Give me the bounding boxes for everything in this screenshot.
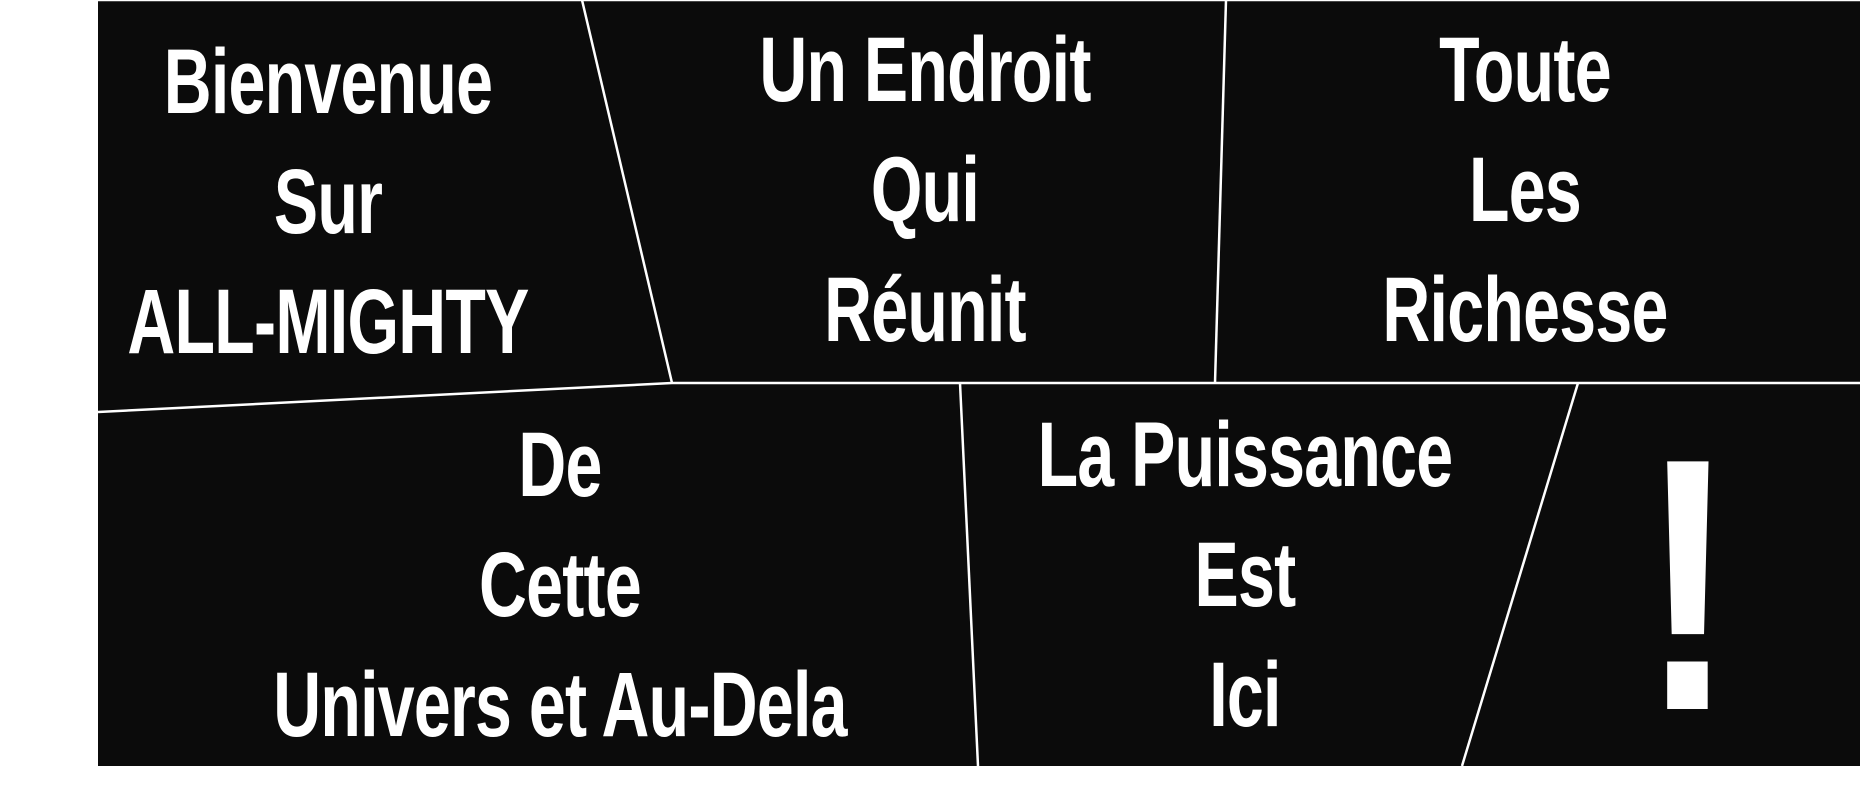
panel-text-universe: De Cette Univers et Au-Dela	[273, 405, 847, 765]
panel-line: ALL-MIGHTY	[127, 271, 529, 373]
panel-line: Univers et Au-Dela	[273, 654, 847, 756]
panel-line: Cette	[478, 534, 642, 636]
panel-text-place: Un Endroit Qui Réunit	[759, 10, 1091, 370]
panel-line: Sur	[273, 151, 383, 253]
panel-line: Un Endroit	[759, 19, 1091, 121]
panel-line: Bienvenue	[163, 31, 493, 133]
panel-line: Qui	[870, 139, 980, 241]
divider-line	[1213, 0, 1228, 384]
exclamation-mark: !	[1640, 384, 1736, 766]
panel-text-welcome: Bienvenue Sur ALL-MIGHTY	[127, 22, 529, 382]
panel-line: Réunit	[824, 259, 1026, 361]
panel-line: Est	[1194, 524, 1297, 626]
panel-line: De	[518, 414, 602, 516]
divider-line	[958, 382, 980, 766]
panel-line: La Puissance	[1037, 404, 1453, 506]
panel-line: Toute	[1439, 19, 1611, 121]
divider-line	[1460, 382, 1580, 766]
slogan-banner: Bienvenue Sur ALL-MIGHTY Un Endroit Qui …	[98, 0, 1860, 766]
divider-line	[580, 0, 674, 384]
panel-text-power: La Puissance Est Ici	[1038, 395, 1453, 755]
panel-text-riches: Toute Les Richesse	[1382, 10, 1668, 370]
panel-line: Richesse	[1382, 259, 1668, 361]
panel-line: Ici	[1209, 644, 1281, 746]
panel-line: Les	[1469, 139, 1582, 241]
